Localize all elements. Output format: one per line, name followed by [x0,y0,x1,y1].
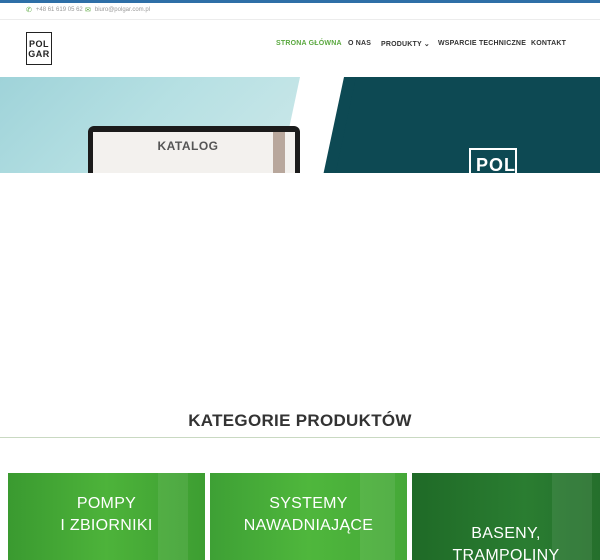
email-icon: ✉ [85,7,91,14]
logo-line-2: GAR [28,48,50,59]
nav-item-about[interactable]: O NAS [348,40,371,47]
contact-phone-text: +48 61 619 05 62 [35,7,83,13]
category-card-pumps[interactable]: POMPY I ZBIORNIKI [8,473,205,560]
nav-item-products[interactable]: PRODUKTY ⌄ [381,40,430,48]
hero-logo: POL [469,148,517,173]
card-label-line-1: SYSTEMY [269,495,348,512]
card-label-line-2: TRAMPOLINY [452,547,560,560]
top-contact-bar: ✆ +48 61 619 05 62 ✉ biuro@polgar.com.pl [0,3,600,20]
main-nav: STRONA GŁÓWNA O NAS PRODUKTY ⌄ WSPARCIE … [0,40,600,50]
card-label-line-1: BASENY, [471,525,541,542]
categories-divider [0,437,600,438]
nav-item-support[interactable]: WSPARCIE TECHNICZNE [438,40,526,47]
hero-logo-text: POL [476,155,517,173]
nav-item-contact[interactable]: KONTAKT [531,40,566,47]
categories-title: KATEGORIE PRODUKTÓW [188,411,412,430]
contact-email[interactable]: ✉ biuro@polgar.com.pl [85,6,150,14]
category-card-pools[interactable]: BASENY, TRAMPOLINY [412,473,600,560]
hero-right-panel [320,77,600,173]
site-header: POL GAR STRONA GŁÓWNA O NAS PRODUKTY ⌄ W… [0,21,600,77]
laptop-screen: KATALOG [93,132,295,173]
card-label-line-2: NAWADNIAJĄCE [243,517,374,534]
card-label-line-1: POMPY [76,495,137,512]
nav-item-home[interactable]: STRONA GŁÓWNA [276,40,342,47]
category-card-irrigation[interactable]: SYSTEMY NAWADNIAJĄCE [210,473,407,560]
katalog-text: KATALOG [157,139,219,153]
phone-icon: ✆ [26,7,32,14]
card-label-line-2: I ZBIORNIKI [60,517,153,534]
contact-email-text: biuro@polgar.com.pl [94,7,150,13]
contact-phone[interactable]: ✆ +48 61 619 05 62 [26,6,83,14]
